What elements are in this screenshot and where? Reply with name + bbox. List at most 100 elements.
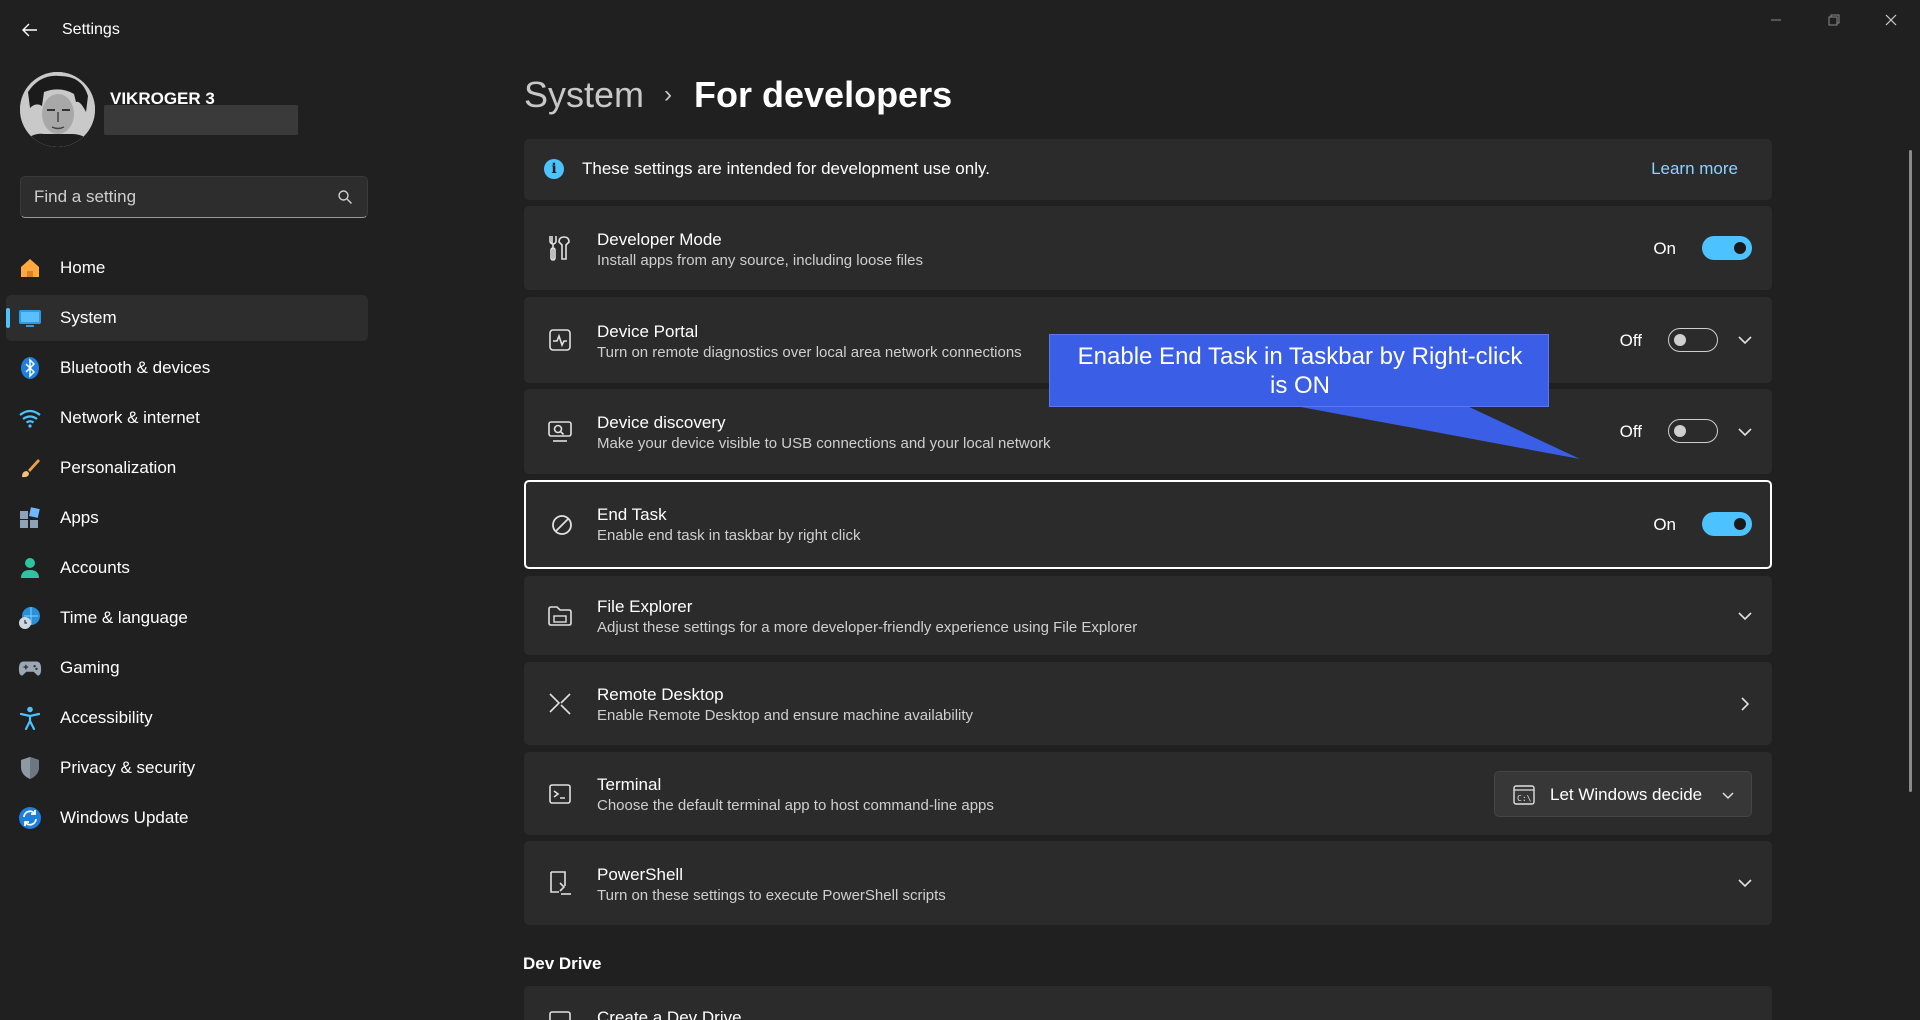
section-title-dev-drive: Dev Drive [523,954,602,973]
dropdown-selected-value: Let Windows decide [1550,785,1703,804]
sidebar-item-home[interactable]: Home [6,245,368,291]
back-button[interactable] [14,16,46,44]
setting-description: Adjust these settings for a more develop… [597,619,1138,636]
setting-title: Remote Desktop [597,685,724,704]
callout-text: Enable End Task in Taskbar by Right-clic… [1050,342,1550,400]
svg-text:C:\: C:\ [1517,794,1532,803]
end-task-toggle[interactable] [1702,512,1752,536]
sidebar-nav: Home System Bluetooth & devices Network … [6,245,368,845]
setting-terminal: Terminal Choose the default terminal app… [524,752,1772,835]
folder-icon [546,602,574,630]
chevron-right-icon[interactable] [1736,695,1754,713]
sidebar-item-accounts[interactable]: Accounts [6,545,368,591]
terminal-icon [546,780,574,808]
chevron-down-icon[interactable] [1736,874,1754,892]
toggle-state-label: On [1653,515,1676,534]
setting-title: End Task [597,505,667,524]
sidebar-item-gaming[interactable]: Gaming [6,645,368,691]
toggle-knob [1674,333,1686,346]
setting-developer-mode: Developer Mode Install apps from any sou… [524,206,1772,290]
setting-title: Create a Dev Drive [597,1008,742,1020]
toggle-knob [1734,242,1746,254]
setting-description: Make your device visible to USB connecti… [597,435,1051,452]
setting-description: Install apps from any source, including … [597,252,924,269]
device-search-icon [546,418,574,446]
setting-description: Choose the default terminal app to host … [597,797,994,814]
search-icon[interactable] [337,189,353,205]
remote-desktop-icon [546,690,574,718]
setting-title: Terminal [597,775,662,794]
chevron-down-icon[interactable] [1736,423,1754,441]
prohibited-icon [548,511,576,539]
bluetooth-icon [18,356,42,380]
search-box[interactable] [20,176,368,218]
sidebar-item-label: Gaming [60,658,120,677]
sidebar-item-accessibility[interactable]: Accessibility [6,695,368,741]
gamepad-icon [18,656,42,680]
learn-more-link[interactable]: Learn more [1651,159,1738,179]
terminal-app-dropdown[interactable]: C:\ Let Windows decide [1494,771,1752,817]
sidebar-item-label: Home [60,258,106,277]
setting-create-dev-drive[interactable]: Create a Dev Drive [524,986,1772,1020]
user-profile[interactable]: VIKROGER 3 [20,72,380,147]
scrollbar[interactable] [1909,150,1912,792]
restore-button[interactable] [1806,4,1862,36]
toggle-state-label: Off [1619,422,1642,441]
accessibility-icon [18,706,42,730]
minimize-button[interactable] [1748,4,1804,36]
setting-remote-desktop[interactable]: Remote Desktop Enable Remote Desktop and… [524,662,1772,745]
setting-description: Turn on remote diagnostics over local ar… [597,344,1022,361]
command-prompt-icon: C:\ [1513,785,1535,805]
info-banner-text: These settings are intended for developm… [582,159,990,178]
setting-title: PowerShell [597,865,683,884]
sidebar-item-label: Network & internet [60,408,200,427]
developer-mode-toggle[interactable] [1702,236,1752,260]
sidebar-item-apps[interactable]: Apps [6,495,368,541]
drive-add-icon [546,1004,574,1020]
sidebar-item-time-language[interactable]: Time & language [6,595,368,641]
sidebar-item-label: System [60,308,117,327]
setting-title: Device Portal [597,322,699,341]
app-title: Settings [62,21,120,38]
sidebar-item-label: Windows Update [60,808,189,827]
sidebar-item-system[interactable]: System [6,295,368,341]
setting-powershell[interactable]: PowerShell Turn on these settings to exe… [524,841,1772,925]
search-input[interactable] [21,177,321,217]
restore-icon [1828,14,1840,26]
wifi-icon [18,406,42,430]
sidebar-item-privacy[interactable]: Privacy & security [6,745,368,791]
chevron-down-icon[interactable] [1736,607,1754,625]
tools-icon [546,234,574,262]
sidebar-item-bluetooth[interactable]: Bluetooth & devices [6,345,368,391]
sidebar-item-label: Accounts [60,558,130,577]
setting-end-task: End Task Enable end task in taskbar by r… [524,480,1772,569]
update-icon [18,806,42,830]
brush-icon [18,456,42,480]
device-discovery-toggle[interactable] [1668,419,1718,443]
setting-title: Developer Mode [597,230,722,249]
breadcrumb-parent[interactable]: System [524,74,644,116]
powershell-icon [546,869,574,897]
setting-description: Enable Remote Desktop and ensure machine… [597,707,974,724]
chevron-down-icon[interactable] [1736,331,1754,349]
sidebar-item-network[interactable]: Network & internet [6,395,368,441]
sidebar-item-windows-update[interactable]: Windows Update [6,795,368,841]
page-title: For developers [694,74,953,115]
close-icon [1885,14,1897,26]
toggle-state-label: Off [1619,331,1642,350]
setting-title: File Explorer [597,597,693,616]
sidebar-item-label: Personalization [60,458,177,477]
toggle-knob [1734,518,1746,530]
title-bar: Settings [0,0,1920,60]
close-button[interactable] [1863,4,1919,36]
sidebar-item-personalization[interactable]: Personalization [6,445,368,491]
globe-clock-icon [18,606,42,630]
sidebar-item-label: Bluetooth & devices [60,358,211,377]
setting-description: Enable end task in taskbar by right clic… [597,527,861,544]
system-icon [18,306,42,330]
device-portal-toggle[interactable] [1668,328,1718,352]
setting-description: Turn on these settings to execute PowerS… [597,887,946,904]
minimize-icon [1771,19,1781,21]
setting-file-explorer[interactable]: File Explorer Adjust these settings for … [524,576,1772,655]
user-email-redacted [104,105,298,135]
